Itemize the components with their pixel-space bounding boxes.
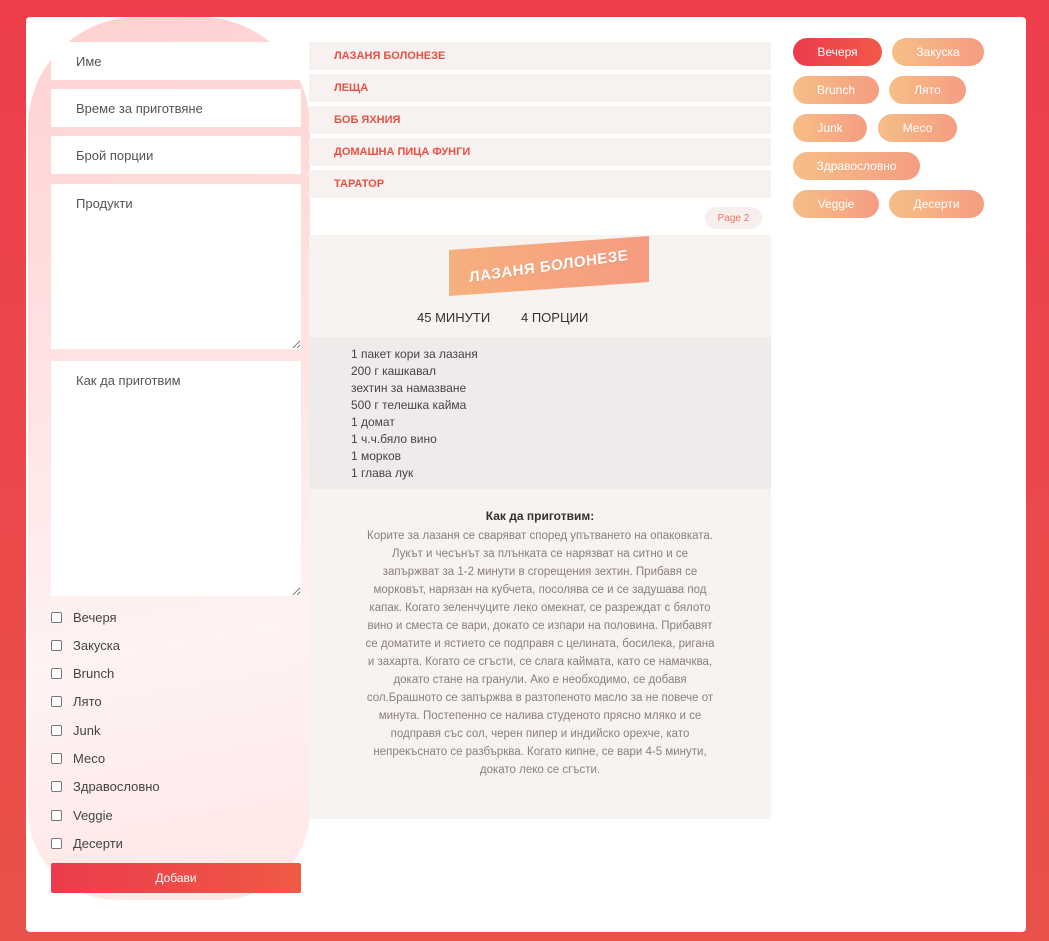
time-input[interactable] (51, 89, 301, 127)
checkbox-label: Здравословно (73, 779, 160, 794)
tag-button-desserts[interactable]: Десерти (889, 190, 984, 218)
checkbox-label: Вечеря (73, 610, 117, 625)
ingredient-item: 1 ч.ч.бяло вино (351, 432, 437, 446)
howto-textarea[interactable] (51, 361, 301, 596)
category-checkbox-row[interactable]: Здравословно (51, 779, 160, 794)
checkbox-label: Brunch (73, 666, 115, 681)
checkbox[interactable] (51, 810, 62, 821)
pagination-button[interactable]: Page 2 (705, 207, 762, 229)
tag-button-breakfast[interactable]: Закуска (892, 38, 984, 66)
category-checkbox-row[interactable]: Junk (51, 723, 100, 738)
portions-input[interactable] (51, 136, 301, 174)
add-recipe-button[interactable]: Добави (51, 863, 301, 893)
name-input[interactable] (51, 42, 301, 80)
ingredient-item: 500 г телешка кайма (351, 398, 467, 412)
recipe-portions: 4 ПОРЦИИ (521, 310, 589, 325)
recipe-list-item[interactable]: ЛАЗАНЯ БОЛОНЕЗЕ (309, 42, 771, 70)
category-checkbox-row[interactable]: Месо (51, 751, 105, 766)
ingredients-list: 1 пакет кори за лазаня 200 г кашкавал зе… (309, 337, 771, 489)
checkbox[interactable] (51, 668, 62, 679)
ingredient-item: зехтин за намазване (351, 381, 467, 395)
recipe-time: 45 МИНУТИ (417, 310, 491, 325)
checkbox[interactable] (51, 781, 62, 792)
tag-button-veggie[interactable]: Veggie (793, 190, 879, 218)
checkbox-label: Veggie (73, 808, 113, 823)
tag-button-brunch[interactable]: Brunch (793, 76, 879, 104)
checkbox[interactable] (51, 696, 62, 707)
ingredient-item: 1 пакет кори за лазаня (351, 347, 478, 361)
category-checkbox-row[interactable]: Лято (51, 694, 102, 709)
products-textarea[interactable] (51, 184, 301, 349)
ingredient-item: 1 морков (351, 449, 402, 463)
howto-heading: Как да приготвим: (485, 509, 595, 523)
checkbox[interactable] (51, 612, 62, 623)
checkbox-label: Закуска (73, 638, 120, 653)
ingredient-item: 200 г кашкавал (351, 364, 436, 378)
checkbox[interactable] (51, 753, 62, 764)
checkbox-label: Лято (73, 694, 102, 709)
tag-button-summer[interactable]: Лято (889, 76, 966, 104)
checkbox-label: Junk (73, 723, 101, 738)
checkbox[interactable] (51, 725, 62, 736)
recipe-list-item[interactable]: ЛЕЩА (309, 74, 771, 102)
checkbox-label: Месо (73, 751, 106, 766)
category-checkbox-row[interactable]: Brunch (51, 666, 114, 681)
main-card: Вечеря Закуска Brunch Лято Junk Месо Здр… (26, 17, 1026, 932)
ingredient-item: 1 домат (351, 415, 395, 429)
category-checkbox-row[interactable]: Veggie (51, 808, 113, 823)
recipe-detail-panel: ЛАЗАНЯ БОЛОНЕЗЕ 45 МИНУТИ 4 ПОРЦИИ 1 пак… (309, 235, 771, 819)
category-checkbox-row[interactable]: Десерти (51, 836, 123, 851)
ingredient-item: 1 глава лук (351, 466, 414, 480)
recipe-list-item[interactable]: ТАРАТОР (309, 170, 771, 198)
tag-button-healthy[interactable]: Здравословно (793, 152, 920, 180)
category-checkbox-row[interactable]: Вечеря (51, 610, 117, 625)
recipe-title: ЛАЗАНЯ БОЛОНЕЗЕ (468, 246, 630, 286)
checkbox[interactable] (51, 640, 62, 651)
tag-button-dinner[interactable]: Вечеря (793, 38, 882, 66)
recipe-list-item[interactable]: БОБ ЯХНИЯ (309, 106, 771, 134)
recipe-list-item[interactable]: ДОМАШНА ПИЦА ФУНГИ (309, 138, 771, 166)
checkbox[interactable] (51, 838, 62, 849)
howto-text: Корите за лазаня се сваряват според упът… (365, 530, 715, 776)
category-checkbox-row[interactable]: Закуска (51, 638, 120, 653)
tag-button-meat[interactable]: Месо (878, 114, 957, 142)
recipe-title-banner: ЛАЗАНЯ БОЛОНЕЗЕ (449, 236, 649, 296)
checkbox-label: Десерти (73, 836, 123, 851)
tag-button-junk[interactable]: Junk (793, 114, 867, 142)
